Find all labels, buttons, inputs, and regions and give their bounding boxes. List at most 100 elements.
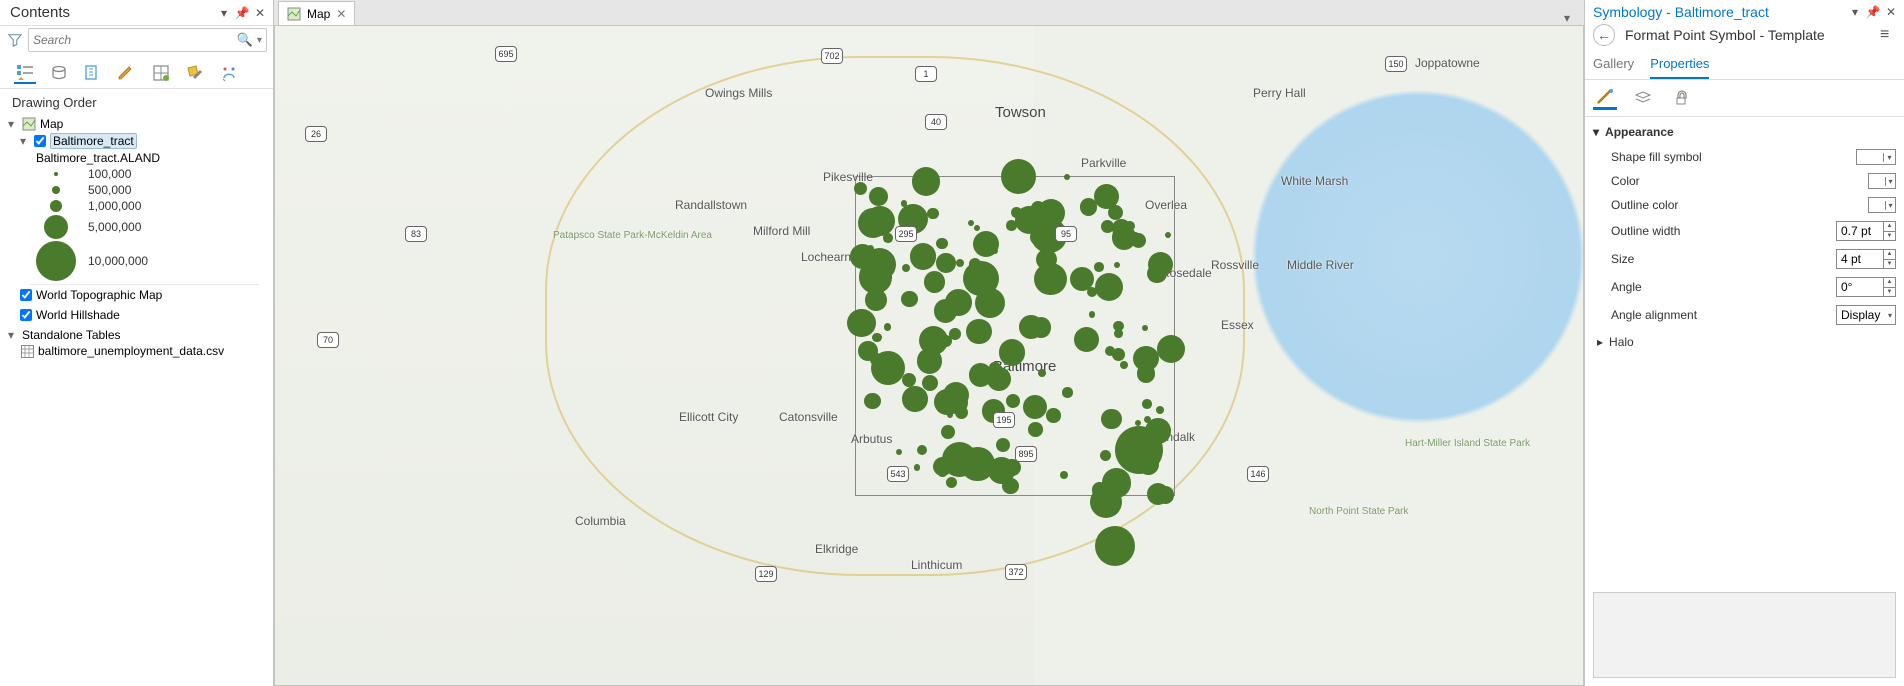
list-by-selection-icon[interactable] bbox=[82, 62, 104, 84]
list-by-perceptual-icon[interactable] bbox=[218, 62, 240, 84]
symbology-panel: Symbology - Baltimore_tract ▾ 📌 ✕ ← Form… bbox=[1584, 0, 1904, 686]
legend-value: 500,000 bbox=[88, 183, 131, 197]
tract-point bbox=[912, 167, 941, 196]
legend-value: 10,000,000 bbox=[88, 254, 148, 268]
outline-width-input[interactable]: 0.7 pt ▲▼ bbox=[1836, 221, 1896, 241]
legend-item: 5,000,000 bbox=[34, 214, 267, 240]
tract-point bbox=[896, 449, 902, 455]
tract-point bbox=[1028, 422, 1043, 437]
size-input[interactable]: 4 pt ▲▼ bbox=[1836, 249, 1896, 269]
tract-point bbox=[872, 333, 881, 342]
shape-fill-picker[interactable]: ▾ bbox=[1856, 149, 1896, 165]
appearance-group[interactable]: ▾ Appearance bbox=[1585, 117, 1904, 145]
search-input[interactable] bbox=[33, 33, 233, 47]
chevron-down-icon[interactable]: ▾ bbox=[1593, 125, 1599, 139]
map-label: Pikesville bbox=[823, 170, 873, 184]
layer-visibility-checkbox[interactable] bbox=[34, 135, 46, 147]
input-value: 4 pt bbox=[1841, 252, 1861, 266]
map-node[interactable]: ▾ Map bbox=[6, 116, 267, 132]
color-picker[interactable]: ▾ bbox=[1868, 173, 1896, 189]
tract-point bbox=[901, 291, 918, 308]
chevron-down-icon[interactable]: ▾ bbox=[1885, 177, 1895, 186]
expand-icon[interactable]: ▾ bbox=[8, 328, 18, 342]
symbology-tabs: Gallery Properties bbox=[1585, 52, 1904, 80]
prop-label: Color bbox=[1611, 174, 1868, 188]
map-label: Arbutus bbox=[851, 432, 892, 446]
map-label: White Marsh bbox=[1281, 174, 1348, 188]
contents-toolbar bbox=[0, 56, 273, 89]
menu-icon[interactable]: ≡ bbox=[1880, 26, 1898, 44]
pin-icon[interactable]: 📌 bbox=[1866, 5, 1880, 19]
search-icon[interactable]: 🔍 bbox=[237, 32, 253, 48]
expand-icon[interactable]: ▾ bbox=[20, 134, 30, 148]
legend-symbol bbox=[54, 172, 58, 176]
contents-header: Contents ▾ 📌 ✕ bbox=[0, 0, 273, 26]
chevron-down-icon[interactable]: ▾ bbox=[1564, 11, 1578, 25]
close-icon[interactable]: ✕ bbox=[336, 7, 346, 21]
spinner[interactable]: ▲▼ bbox=[1883, 222, 1895, 240]
layer-visibility-checkbox[interactable] bbox=[20, 289, 32, 301]
expand-icon[interactable]: ▾ bbox=[8, 117, 18, 131]
list-by-labeling-icon[interactable] bbox=[184, 62, 206, 84]
search-dropdown-icon[interactable]: ▾ bbox=[257, 35, 262, 46]
tract-point bbox=[1089, 311, 1096, 318]
map-label: Owings Mills bbox=[705, 86, 772, 100]
highway-shield: 70 bbox=[317, 332, 339, 348]
close-icon[interactable]: ✕ bbox=[253, 6, 267, 20]
chevron-down-icon[interactable]: ▾ bbox=[1888, 311, 1892, 320]
select-value: Display bbox=[1841, 308, 1880, 322]
outline-color-picker[interactable]: ▾ bbox=[1868, 197, 1896, 213]
layers-tab-icon[interactable] bbox=[1631, 86, 1655, 110]
spinner[interactable]: ▲▼ bbox=[1883, 250, 1895, 268]
table-name: baltimore_unemployment_data.csv bbox=[38, 344, 224, 358]
contents-panel: Contents ▾ 📌 ✕ 🔍 ▾ bbox=[0, 0, 274, 686]
tract-point bbox=[917, 445, 927, 455]
angle-alignment-select[interactable]: Display ▾ bbox=[1836, 305, 1896, 325]
tab-properties[interactable]: Properties bbox=[1650, 52, 1709, 79]
list-by-source-icon[interactable] bbox=[48, 62, 70, 84]
halo-group[interactable]: ▸ Halo bbox=[1585, 329, 1904, 355]
close-icon[interactable]: ✕ bbox=[1884, 5, 1898, 19]
format-sub-tabs bbox=[1585, 80, 1904, 117]
tract-point bbox=[1120, 361, 1128, 369]
search-box[interactable]: 🔍 ▾ bbox=[28, 28, 267, 52]
chevron-down-icon[interactable]: ▾ bbox=[1883, 153, 1895, 162]
angle-input[interactable]: 0° ▲▼ bbox=[1836, 277, 1896, 297]
list-by-drawing-order-icon[interactable] bbox=[14, 62, 36, 84]
table-item[interactable]: baltimore_unemployment_data.csv bbox=[18, 343, 267, 359]
standalone-tables-node[interactable]: ▾ Standalone Tables bbox=[6, 327, 267, 343]
pin-icon[interactable]: 📌 bbox=[235, 6, 249, 20]
tab-label: Map bbox=[307, 7, 330, 21]
contents-title: Contents bbox=[10, 4, 213, 21]
highway-shield: 895 bbox=[1015, 446, 1037, 462]
basemap-topo[interactable]: World Topographic Map bbox=[18, 287, 267, 303]
spinner[interactable]: ▲▼ bbox=[1883, 278, 1895, 296]
highway-shield: 146 bbox=[1247, 466, 1269, 482]
basemap-hillshade[interactable]: World Hillshade bbox=[18, 307, 267, 323]
chevron-down-icon[interactable]: ▾ bbox=[1885, 201, 1895, 210]
chevron-down-icon[interactable]: ▾ bbox=[217, 6, 231, 20]
chevron-down-icon[interactable]: ▾ bbox=[1848, 5, 1862, 19]
legend-value: 5,000,000 bbox=[88, 220, 141, 234]
prop-label: Outline width bbox=[1611, 224, 1836, 238]
tab-gallery[interactable]: Gallery bbox=[1593, 52, 1634, 79]
tract-point bbox=[1101, 409, 1121, 429]
map-view[interactable]: Owings MillsTowsonPikesvilleRandallstown… bbox=[274, 26, 1584, 686]
group-label: Appearance bbox=[1605, 125, 1674, 139]
divider bbox=[30, 284, 259, 285]
layer-baltimore-tract[interactable]: ▾ Baltimore_tract bbox=[18, 132, 267, 150]
tract-point bbox=[1142, 399, 1151, 408]
symbol-tab-icon[interactable] bbox=[1593, 86, 1617, 110]
chevron-right-icon[interactable]: ▸ bbox=[1597, 335, 1603, 349]
list-by-editing-icon[interactable] bbox=[116, 62, 138, 84]
back-button[interactable]: ← bbox=[1593, 24, 1615, 46]
list-by-snapping-icon[interactable] bbox=[150, 62, 172, 84]
tract-point bbox=[1094, 184, 1119, 209]
highway-shield: 195 bbox=[993, 412, 1015, 428]
filter-icon[interactable] bbox=[6, 31, 24, 49]
legend-symbol bbox=[36, 241, 76, 281]
structure-tab-icon[interactable] bbox=[1669, 86, 1693, 110]
layer-visibility-checkbox[interactable] bbox=[20, 309, 32, 321]
highway-shield: 702 bbox=[821, 48, 843, 64]
tab-map[interactable]: Map ✕ bbox=[278, 1, 355, 25]
